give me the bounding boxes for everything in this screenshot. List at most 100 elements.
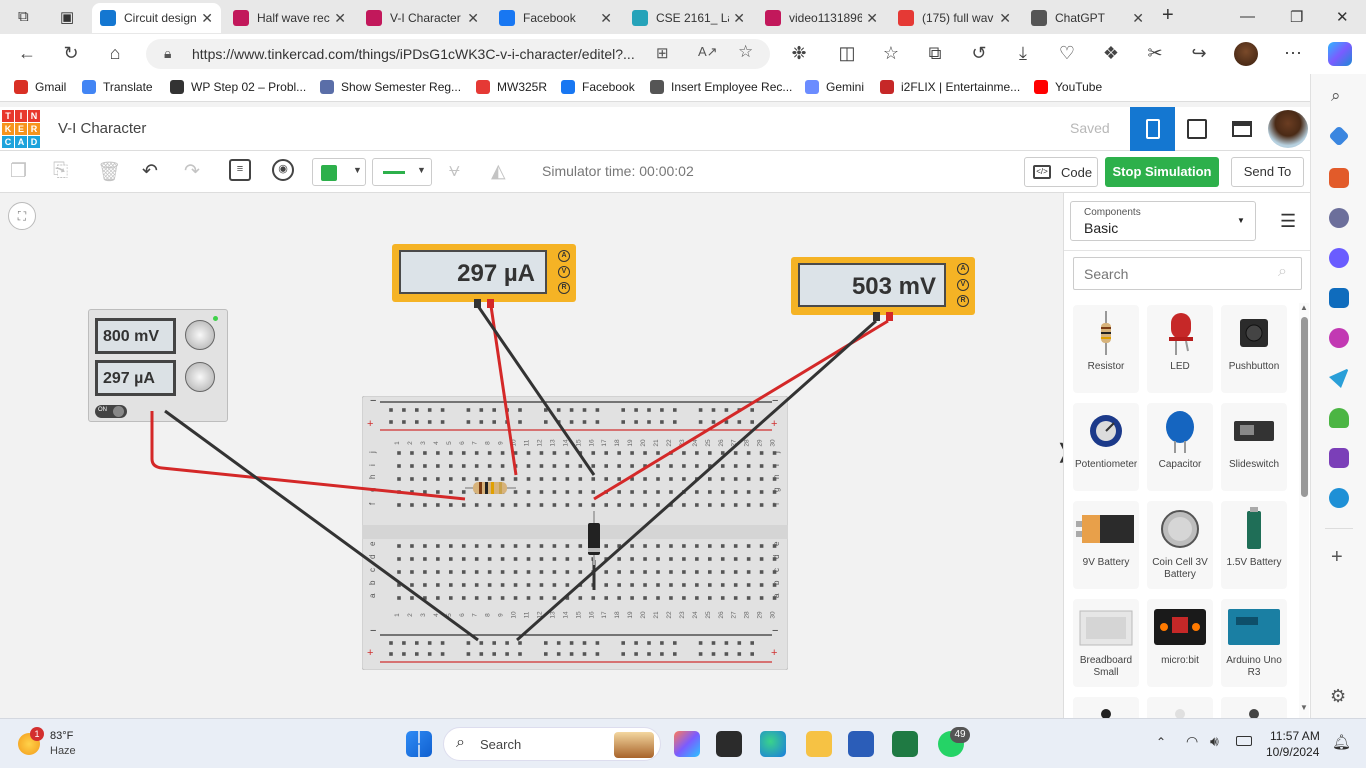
- annotation-icon[interactable]: ◉: [272, 159, 294, 181]
- mode-a-button[interactable]: A: [957, 263, 969, 275]
- edge-taskbar-icon[interactable]: [760, 731, 786, 757]
- onenote-icon[interactable]: [1329, 448, 1349, 468]
- component-tile[interactable]: 9V Battery: [1073, 501, 1139, 589]
- telegram-icon[interactable]: [1329, 368, 1349, 388]
- multimeter-voltmeter[interactable]: 503 mV A V R: [791, 257, 975, 321]
- restore-button[interactable]: ❐: [1290, 8, 1303, 26]
- bookmark-item[interactable]: Gemini: [805, 80, 864, 94]
- notifications-icon[interactable]: 🔔︎: [1332, 733, 1351, 751]
- read-aloud-icon[interactable]: A↗: [698, 44, 718, 60]
- component-tile[interactable]: LED: [1147, 305, 1213, 393]
- component-tile[interactable]: Resistor: [1073, 305, 1139, 393]
- wire-ammeter-negative[interactable]: [476, 305, 596, 476]
- ammeter-pos-probe[interactable]: [487, 299, 494, 308]
- battery-icon[interactable]: [1236, 736, 1252, 746]
- component-tile[interactable]: Arduino Uno R3: [1221, 599, 1287, 687]
- more-options-icon[interactable]: ⋯: [1282, 43, 1304, 64]
- browser-tab[interactable]: V-I Character ✕: [358, 3, 487, 33]
- paste-icon[interactable]: ⎘: [53, 160, 68, 182]
- code-button[interactable]: </> Code: [1024, 157, 1098, 187]
- taskbar-search[interactable]: ⌕ Search: [443, 727, 661, 761]
- component-category-select[interactable]: Components Basic ▼: [1070, 201, 1256, 241]
- tab-close-icon[interactable]: ✕: [733, 10, 745, 27]
- tab-close-icon[interactable]: ✕: [1132, 10, 1144, 27]
- back-arrow-icon[interactable]: ←: [16, 43, 38, 64]
- add-sidebar-app-icon[interactable]: +: [1331, 546, 1343, 569]
- voltmeter-com-probe[interactable]: [873, 312, 880, 321]
- share-icon[interactable]: ↪: [1188, 43, 1210, 64]
- component-tile[interactable]: micro:bit: [1147, 599, 1213, 687]
- clock-time[interactable]: 11:57 AM: [1270, 729, 1320, 743]
- clock-date[interactable]: 10/9/2024: [1266, 745, 1319, 759]
- browser-tab[interactable]: Facebook ✕: [491, 3, 620, 33]
- history-icon[interactable]: ↺: [968, 43, 990, 64]
- tab-close-icon[interactable]: ✕: [334, 10, 346, 27]
- voltmeter-pos-probe[interactable]: [886, 312, 893, 321]
- app-available-icon[interactable]: ⊞: [656, 44, 669, 62]
- apps-icon[interactable]: ❖: [1100, 43, 1122, 64]
- component-tile[interactable]: Breadboard Small: [1073, 599, 1139, 687]
- user-avatar[interactable]: [1268, 110, 1308, 148]
- tab-actions-icon[interactable]: ▣: [60, 8, 74, 26]
- bookmark-item[interactable]: Translate: [82, 80, 153, 94]
- undo-icon[interactable]: ↶: [142, 160, 158, 183]
- favorite-star-icon[interactable]: ☆: [738, 42, 753, 62]
- component-tile[interactable]: Slideswitch: [1221, 403, 1287, 491]
- component-tile[interactable]: Capacitor: [1147, 403, 1213, 491]
- circuit-canvas[interactable]: ⛶ 800 mV 297 µA ON − + − + − + − + 11223…: [0, 193, 1063, 718]
- favorites-icon[interactable]: ☆: [880, 43, 902, 64]
- tab-close-icon[interactable]: ✕: [866, 10, 878, 27]
- wire-type-select[interactable]: ▼: [372, 158, 432, 186]
- extensions-icon[interactable]: ❉: [788, 43, 810, 64]
- diode[interactable]: [588, 511, 600, 565]
- ammeter-com-probe[interactable]: [474, 299, 481, 308]
- home-icon[interactable]: ⌂: [104, 43, 126, 64]
- split-screen-icon[interactable]: ◫: [836, 43, 858, 64]
- schematic-view-icon[interactable]: [1187, 119, 1207, 139]
- new-tab-button[interactable]: +: [1162, 4, 1174, 27]
- browser-tab[interactable]: CSE 2161_ Lal ✕: [624, 3, 753, 33]
- tab-close-icon[interactable]: ✕: [999, 10, 1011, 27]
- resistor[interactable]: [465, 482, 516, 494]
- url-input[interactable]: 🔒︎ https://www.tinkercad.com/things/iPDs…: [146, 39, 770, 69]
- bookmark-item[interactable]: Facebook: [561, 80, 635, 94]
- bookmark-item[interactable]: Insert Employee Rec...: [650, 80, 792, 94]
- m365-icon[interactable]: [1329, 328, 1349, 348]
- component-tile[interactable]: [1147, 697, 1213, 718]
- component-tile[interactable]: [1073, 697, 1139, 718]
- panel-scrollbar[interactable]: ▲ ▼: [1299, 303, 1309, 718]
- bookmark-item[interactable]: Gmail: [14, 80, 66, 94]
- close-window-button[interactable]: ✕: [1336, 8, 1349, 26]
- component-tile[interactable]: Potentiometer: [1073, 403, 1139, 491]
- rotate-icon[interactable]: ⩝: [449, 160, 460, 182]
- shopping-tag-icon[interactable]: [1328, 125, 1350, 147]
- bookmark-item[interactable]: WP Step 02 – Probl...: [170, 80, 306, 94]
- wire-supply-negative[interactable]: [164, 409, 479, 642]
- collections-icon[interactable]: ⧉: [924, 43, 946, 64]
- refresh-icon[interactable]: ↻: [60, 43, 82, 64]
- copilot-sidebar-icon[interactable]: [1329, 248, 1349, 268]
- volume-icon[interactable]: 🔊︎: [1210, 733, 1219, 750]
- scroll-down-icon[interactable]: ▼: [1300, 703, 1308, 712]
- wire-color-select[interactable]: ▼: [312, 158, 366, 186]
- bookmark-item[interactable]: MW325R: [476, 80, 547, 94]
- workspaces-icon[interactable]: ⧉: [18, 8, 29, 25]
- component-tile[interactable]: [1221, 697, 1287, 718]
- people-icon[interactable]: [1329, 208, 1349, 228]
- bookmark-item[interactable]: i2FLIX | Entertainme...: [880, 80, 1020, 94]
- sidebar-search-icon[interactable]: ⌕: [1331, 86, 1341, 106]
- component-search-field[interactable]: ⌕: [1073, 257, 1302, 290]
- project-title[interactable]: V-I Character: [58, 120, 146, 137]
- copilot-taskbar-icon[interactable]: [674, 731, 700, 757]
- tab-close-icon[interactable]: ✕: [201, 10, 213, 27]
- delete-icon[interactable]: 🗑︎: [97, 160, 121, 184]
- send-to-button[interactable]: Send To: [1231, 157, 1304, 187]
- component-list-icon[interactable]: [1232, 121, 1252, 137]
- performance-icon[interactable]: ♡: [1056, 43, 1078, 64]
- skype-icon[interactable]: [1329, 488, 1349, 508]
- component-tile[interactable]: Coin Cell 3V Battery: [1147, 501, 1213, 589]
- profile-avatar[interactable]: [1234, 42, 1258, 66]
- scroll-thumb[interactable]: [1301, 317, 1308, 497]
- weather-widget[interactable]: 1 83°F Haze: [14, 727, 104, 763]
- component-tile[interactable]: 1.5V Battery: [1221, 501, 1287, 589]
